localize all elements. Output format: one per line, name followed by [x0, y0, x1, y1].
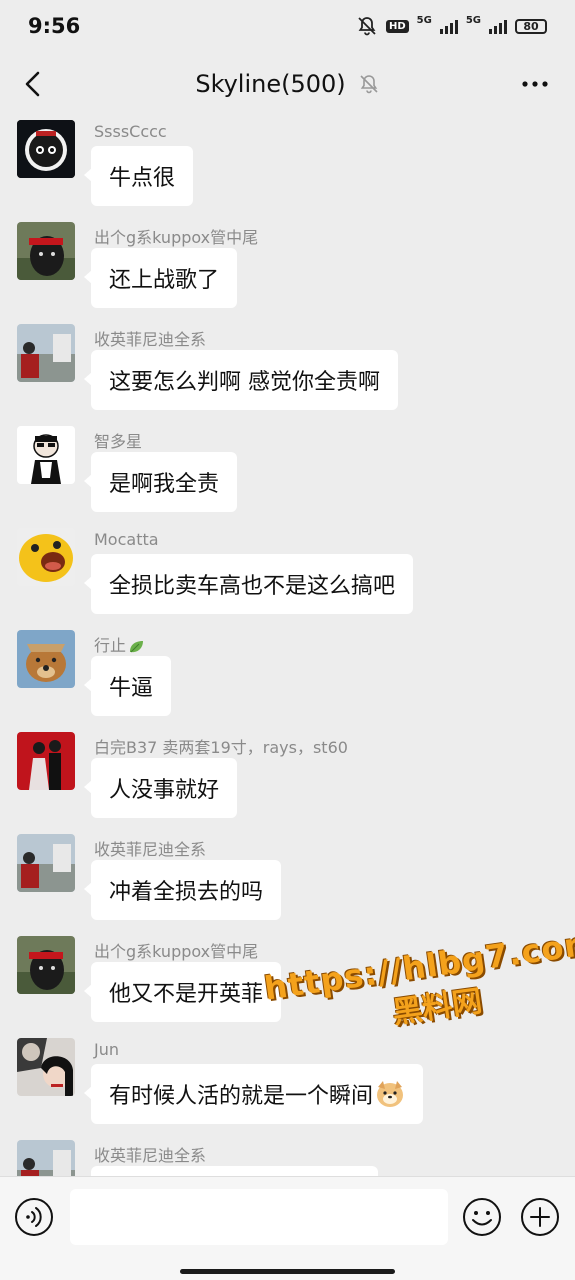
message-item: 白完B37 卖两套19寸，rays，st60 人没事就好	[0, 728, 575, 830]
avatar[interactable]	[17, 324, 75, 382]
plus-icon[interactable]	[520, 1197, 560, 1237]
muted-bell-icon	[360, 75, 378, 94]
message-text: 人没事就好	[109, 778, 220, 803]
message-text: 还上战歌了	[109, 268, 220, 293]
sender-name: 行止	[94, 632, 144, 656]
avatar[interactable]	[17, 528, 75, 586]
signal-icon	[439, 18, 458, 34]
sender-name: 收英菲尼迪全系	[94, 840, 207, 859]
sender-name: 出个g系kuppox管中尾	[94, 228, 259, 247]
avatar-image	[17, 528, 75, 586]
message-text: 这要怎么判啊 感觉你全责啊	[109, 370, 380, 395]
back-arrow-icon[interactable]	[20, 70, 48, 98]
message-bubble[interactable]: 牛逼	[83, 656, 172, 716]
message-item: 收英菲尼迪全系	[0, 1136, 575, 1176]
sender-name: 白完B37 卖两套19寸，rays，st60	[94, 738, 348, 757]
avatar-image	[17, 1140, 75, 1176]
message-text: 有时候人活的就是一个瞬间	[109, 1084, 374, 1109]
message-item: 出个g系kuppox管中尾 还上战歌了	[0, 218, 575, 320]
message-text: 牛点很	[109, 166, 176, 191]
home-indicator[interactable]	[180, 1269, 395, 1274]
message-bubble[interactable]: 他又不是开英菲	[83, 962, 282, 1022]
battery-icon: 80	[515, 18, 547, 34]
avatar[interactable]	[17, 630, 75, 688]
more-options-icon[interactable]	[521, 74, 549, 94]
message-bubble[interactable]: 这要怎么判啊 感觉你全责啊	[84, 350, 398, 410]
sender-name: 智多星	[94, 432, 143, 451]
avatar[interactable]	[17, 1140, 75, 1176]
emoji-icon[interactable]	[462, 1197, 502, 1237]
avatar-image	[17, 1038, 75, 1096]
message-bubble[interactable]: 全损比卖车高也不是这么搞吧	[83, 554, 414, 614]
message-bubble[interactable]: 牛点很	[83, 146, 194, 206]
mute-bell-icon	[358, 17, 376, 36]
avatar-image	[17, 936, 75, 994]
avatar-image	[17, 324, 75, 382]
message-item: 收英菲尼迪全系 这要怎么判啊 感觉你全责啊	[0, 320, 575, 422]
avatar-image	[17, 834, 75, 892]
sender-name: Mocatta	[94, 530, 159, 549]
leaf-icon	[130, 640, 144, 652]
avatar[interactable]	[17, 1038, 75, 1096]
status-bar: 9:56 HD 5G 5G 80	[0, 0, 575, 52]
message-bubble[interactable]: 有时候人活的就是一个瞬间	[83, 1064, 424, 1124]
avatar[interactable]	[17, 936, 75, 994]
message-text: 牛逼	[109, 676, 154, 701]
message-item: Mocatta 全损比卖车高也不是这么搞吧	[0, 524, 575, 626]
avatar[interactable]	[17, 732, 75, 790]
sender-name: 收英菲尼迪全系	[94, 1146, 207, 1165]
sender-name-text: 行止	[94, 636, 127, 655]
status-icons: HD 5G 5G 80	[356, 15, 547, 37]
chat-title-wrap: Skyline(500)	[195, 70, 379, 98]
avatar-image	[17, 222, 75, 280]
sender-name: 出个g系kuppox管中尾	[94, 942, 259, 961]
message-item: 收英菲尼迪全系 冲着全损去的吗	[0, 830, 575, 932]
message-bubble[interactable]: 还上战歌了	[83, 248, 238, 308]
chat-header: Skyline(500)	[0, 52, 575, 116]
avatar[interactable]	[17, 426, 75, 484]
sender-name: 收英菲尼迪全系	[94, 330, 207, 349]
input-bar	[0, 1176, 575, 1280]
message-text: 是啊我全责	[109, 472, 220, 497]
doge-emoji-icon	[377, 1081, 404, 1107]
sender-name: SsssCccc	[94, 122, 167, 141]
message-text: 冲着全损去的吗	[109, 880, 264, 905]
avatar-image	[17, 732, 75, 790]
message-bubble[interactable]: 冲着全损去的吗	[83, 860, 282, 920]
avatar-image	[17, 426, 75, 484]
message-bubble[interactable]: 是啊我全责	[83, 452, 238, 512]
message-item: SsssCccc 牛点很	[0, 116, 575, 218]
avatar-image	[17, 120, 75, 178]
avatar[interactable]	[17, 834, 75, 892]
status-time: 9:56	[28, 14, 81, 38]
message-input[interactable]	[70, 1189, 448, 1245]
net-label-2: 5G	[465, 15, 481, 26]
message-text: 他又不是开英菲	[109, 982, 264, 1007]
net-label-1: 5G	[416, 15, 432, 26]
message-text: 全损比卖车高也不是这么搞吧	[109, 574, 396, 599]
message-item: 智多星 是啊我全责	[0, 422, 575, 524]
message-bubble[interactable]	[91, 1166, 378, 1176]
voice-input-icon[interactable]	[14, 1197, 54, 1237]
message-bubble[interactable]: 人没事就好	[83, 758, 238, 818]
avatar[interactable]	[17, 222, 75, 280]
chat-title: Skyline(500)	[195, 70, 346, 98]
message-item: 行止 牛逼	[0, 626, 575, 728]
message-item: Jun 有时候人活的就是一个瞬间	[0, 1034, 575, 1136]
avatar[interactable]	[17, 120, 75, 178]
signal-icon	[489, 18, 507, 34]
sender-name: Jun	[94, 1040, 119, 1059]
hd-badge: HD	[385, 19, 409, 33]
avatar-image	[17, 630, 75, 688]
